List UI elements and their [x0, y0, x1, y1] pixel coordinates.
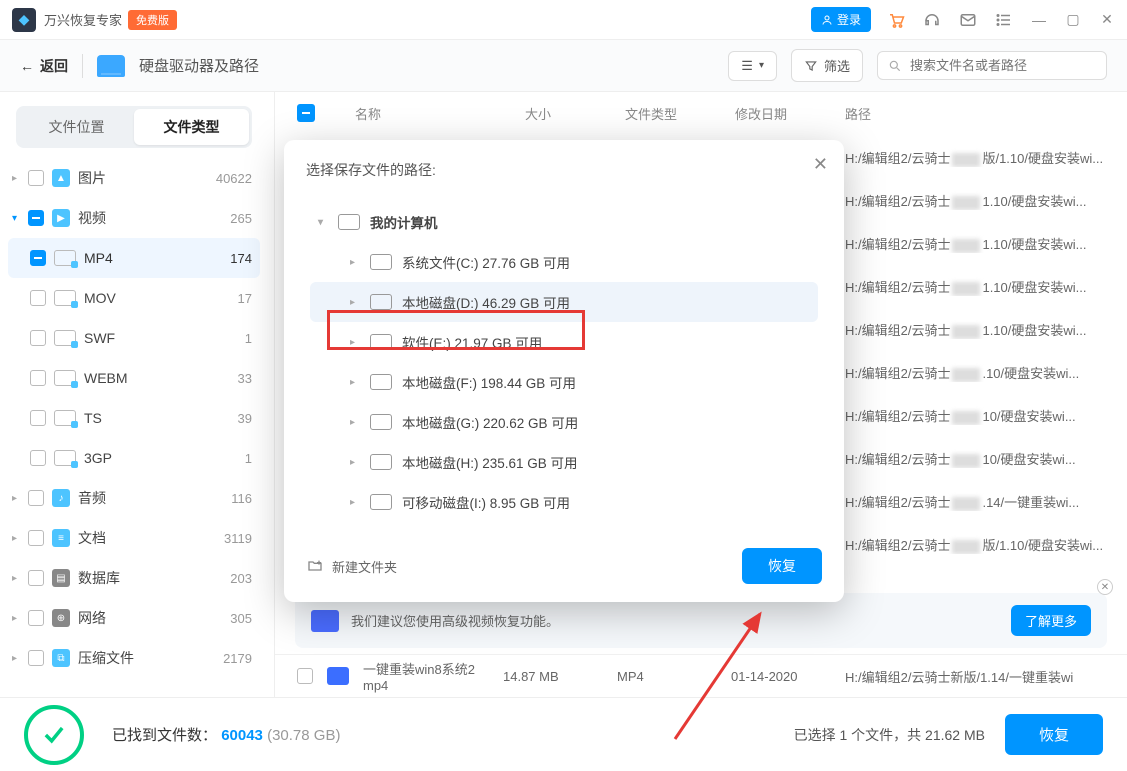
path-tree: ▾我的计算机 ▸系统文件(C:) 27.76 GB 可用 ▸本地磁盘(D:) 4… [306, 194, 822, 530]
recover-button[interactable]: 恢复 [1005, 714, 1103, 755]
tree-item-audio[interactable]: ▸♪音频116 [8, 478, 260, 518]
app-logo: ◆ [12, 8, 36, 32]
tree-item-image[interactable]: ▸▲图片40622 [8, 158, 260, 198]
mail-icon[interactable] [959, 11, 977, 29]
path-node-i[interactable]: ▸可移动磁盘(I:) 8.95 GB 可用 [310, 482, 818, 522]
search-input[interactable] [910, 58, 1096, 73]
cart-icon[interactable] [887, 11, 905, 29]
path-node-d[interactable]: ▸本地磁盘(D:) 46.29 GB 可用 [310, 282, 818, 322]
path-node-c[interactable]: ▸系统文件(C:) 27.76 GB 可用 [310, 242, 818, 282]
table-header: 名称 大小 文件类型 修改日期 路径 [275, 92, 1127, 136]
back-button[interactable]: ← 返回 [20, 56, 68, 76]
col-name[interactable]: 名称 [355, 104, 525, 123]
video-file-icon [327, 667, 349, 685]
breadcrumb: 硬盘驱动器及路径 [139, 55, 259, 76]
tree-item-db[interactable]: ▸▤数据库203 [8, 558, 260, 598]
path-node-f[interactable]: ▸本地磁盘(F:) 198.44 GB 可用 [310, 362, 818, 402]
user-icon [821, 14, 833, 26]
maximize-button[interactable]: ▢ [1065, 11, 1081, 28]
row-checkbox[interactable] [297, 668, 313, 684]
tree-item-zip[interactable]: ▸⧉压缩文件2179 [8, 638, 260, 678]
close-window-button[interactable]: ✕ [1099, 11, 1115, 28]
disk-icon [370, 454, 392, 470]
dialog-recover-button[interactable]: 恢复 [742, 548, 822, 584]
tree-item-mp4[interactable]: MP4174 [8, 238, 260, 278]
path-node-e[interactable]: ▸软件(E:) 21.97 GB 可用 [310, 322, 818, 362]
filter-button[interactable]: 筛选 [791, 49, 863, 82]
disk-icon [370, 374, 392, 390]
segment-control: 文件位置 文件类型 [16, 106, 252, 148]
filter-icon [804, 59, 818, 73]
disk-icon [370, 254, 392, 270]
disk-icon [370, 414, 392, 430]
tree-item-webm[interactable]: WEBM33 [8, 358, 260, 398]
file-type-tree: ▸▲图片40622 ▾▶视频265 MP4174 MOV17 SWF1 WEBM… [8, 158, 260, 687]
col-date[interactable]: 修改日期 [735, 104, 845, 123]
arrow-left-icon: ← [20, 58, 34, 74]
video-repair-icon [311, 610, 339, 632]
hint-text: 我们建议您使用高级视频恢复功能。 [351, 611, 559, 630]
tree-item-3gp[interactable]: 3GP1 [8, 438, 260, 478]
preview-row[interactable]: 一键重装win8系统2 mp4 14.87 MB MP4 01-14-2020 … [275, 654, 1127, 697]
save-path-dialog: ✕ 选择保存文件的路径: ▾我的计算机 ▸系统文件(C:) 27.76 GB 可… [284, 140, 844, 602]
computer-icon [338, 214, 360, 230]
app-name: 万兴恢复专家 [44, 10, 122, 29]
tab-file-type[interactable]: 文件类型 [134, 109, 249, 145]
tree-item-video[interactable]: ▾▶视频265 [8, 198, 260, 238]
col-size[interactable]: 大小 [525, 104, 625, 123]
tab-file-location[interactable]: 文件位置 [19, 109, 134, 145]
headset-icon[interactable] [923, 11, 941, 29]
search-icon [888, 59, 902, 73]
path-node-computer[interactable]: ▾我的计算机 [310, 202, 818, 242]
sidebar: 文件位置 文件类型 ▸▲图片40622 ▾▶视频265 MP4174 MOV17… [0, 92, 275, 697]
footer: 已找到文件数： 60043 (30.78 GB) 已选择 1 个文件，共 21.… [0, 697, 1127, 771]
col-type[interactable]: 文件类型 [625, 104, 735, 123]
tree-item-mov[interactable]: MOV17 [8, 278, 260, 318]
free-badge: 免费版 [128, 10, 177, 30]
chevron-down-icon: ▾ [759, 60, 764, 71]
disk-icon [370, 334, 392, 350]
search-box[interactable] [877, 51, 1107, 80]
folder-plus-icon [306, 558, 324, 574]
minimize-button[interactable]: — [1031, 12, 1047, 28]
path-node-g[interactable]: ▸本地磁盘(G:) 220.62 GB 可用 [310, 402, 818, 442]
col-path[interactable]: 路径 [845, 104, 1105, 123]
learn-more-button[interactable]: 了解更多 [1011, 605, 1091, 636]
list-icon: ☰ [741, 58, 753, 74]
new-folder-button[interactable]: 新建文件夹 [306, 557, 397, 576]
selection-info: 已选择 1 个文件，共 21.62 MB [794, 725, 985, 745]
disk-icon [370, 294, 392, 310]
tree-item-ts[interactable]: TS39 [8, 398, 260, 438]
found-summary: 已找到文件数： 60043 (30.78 GB) [112, 724, 340, 745]
tree-item-net[interactable]: ▸⊕网络305 [8, 598, 260, 638]
select-all-checkbox[interactable] [297, 104, 315, 122]
dialog-close-button[interactable]: ✕ [813, 154, 828, 175]
menu-list-icon[interactable] [995, 11, 1013, 29]
path-node-h[interactable]: ▸本地磁盘(H:) 235.61 GB 可用 [310, 442, 818, 482]
drive-icon [97, 55, 125, 77]
tree-item-doc[interactable]: ▸≡文档3119 [8, 518, 260, 558]
login-button[interactable]: 登录 [811, 7, 871, 32]
hint-close-button[interactable]: ✕ [1097, 579, 1113, 595]
disk-icon [370, 494, 392, 510]
titlebar: ◆ 万兴恢复专家 免费版 登录 — ▢ ✕ [0, 0, 1127, 40]
view-toggle-button[interactable]: ☰▾ [728, 51, 777, 81]
tree-item-swf[interactable]: SWF1 [8, 318, 260, 358]
dialog-title: 选择保存文件的路径: [306, 160, 822, 180]
scan-complete-icon [24, 705, 84, 765]
toolbar: ← 返回 硬盘驱动器及路径 ☰▾ 筛选 [0, 40, 1127, 92]
